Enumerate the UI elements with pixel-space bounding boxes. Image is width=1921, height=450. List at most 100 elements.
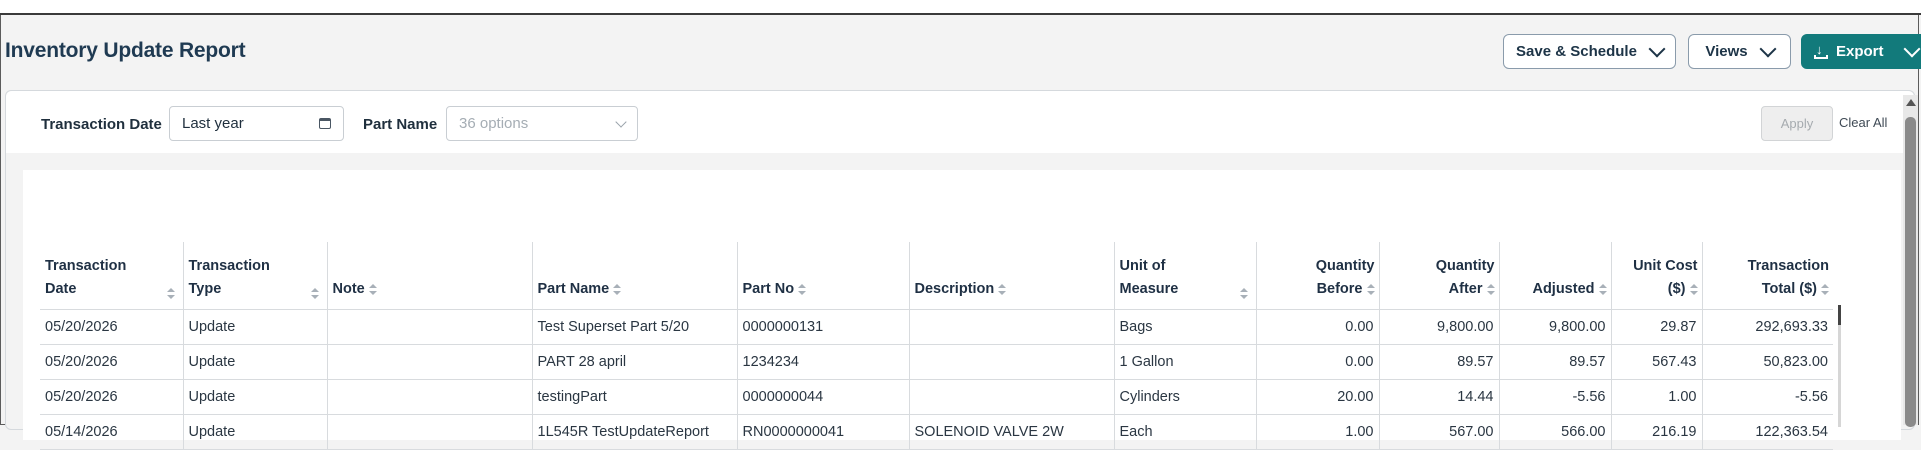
export-label: Export bbox=[1836, 43, 1884, 60]
table-header-row: Transaction Date Transaction Type Note Par… bbox=[40, 242, 1833, 310]
cell-note bbox=[327, 379, 533, 415]
cell-transaction-date: 05/20/2026 bbox=[40, 344, 184, 380]
table-row[interactable]: 05/20/2026 Update PART 28 april 1234234 1 Ga… bbox=[40, 344, 1833, 380]
cell-transaction-total: 50,823.00 bbox=[1702, 344, 1833, 380]
col-quantity-before[interactable]: Quantity Before bbox=[1256, 242, 1380, 310]
views-label: Views bbox=[1705, 43, 1748, 60]
table-row[interactable]: 05/20/2026 Update Test Superset Part 5/20 0… bbox=[40, 309, 1833, 345]
cell-unit-of-measure: Bags bbox=[1114, 309, 1257, 345]
cell-quantity-before: 0.00 bbox=[1256, 344, 1380, 380]
report-table: Transaction Date Transaction Type Note Par… bbox=[40, 242, 1833, 450]
sort-icon bbox=[1366, 284, 1375, 295]
cell-unit-of-measure: 1 Gallon bbox=[1114, 344, 1257, 380]
col-part-name[interactable]: Part Name bbox=[532, 242, 738, 310]
cell-description bbox=[909, 309, 1115, 345]
cell-unit-cost: 216.19 bbox=[1611, 414, 1703, 450]
cell-quantity-before: 0.00 bbox=[1256, 309, 1380, 345]
col-quantity-after[interactable]: Quantity After bbox=[1379, 242, 1500, 310]
sort-icon bbox=[613, 284, 622, 295]
cell-unit-cost: 29.87 bbox=[1611, 309, 1703, 345]
cell-note bbox=[327, 344, 533, 380]
cell-transaction-total: 122,363.54 bbox=[1702, 414, 1833, 450]
cell-part-name: 1L545R TestUpdateReport bbox=[532, 414, 738, 450]
table-card: Transaction Date Transaction Type Note Par… bbox=[23, 170, 1901, 450]
cell-description: SOLENOID VALVE 2W bbox=[909, 414, 1115, 450]
col-transaction-date[interactable]: Transaction Date bbox=[40, 242, 184, 310]
sort-icon bbox=[1239, 288, 1248, 299]
chevron-down-icon bbox=[1759, 40, 1777, 58]
cell-unit-of-measure: Cylinders bbox=[1114, 379, 1257, 415]
table-row[interactable]: 05/14/2026 Update 1L545R TestUpdateReport R… bbox=[40, 414, 1833, 450]
cell-transaction-type: Update bbox=[183, 379, 328, 415]
col-transaction-total[interactable]: Transaction Total ($) bbox=[1702, 242, 1833, 310]
cell-part-name: PART 28 april bbox=[532, 344, 738, 380]
cell-transaction-type: Update bbox=[183, 309, 328, 345]
cell-transaction-type: Update bbox=[183, 414, 328, 450]
cell-adjusted: 9,800.00 bbox=[1499, 309, 1612, 345]
part-name-label: Part Name bbox=[363, 116, 438, 133]
sort-icon bbox=[368, 284, 377, 295]
part-name-placeholder: 36 options bbox=[459, 115, 529, 132]
col-unit-cost[interactable]: Unit Cost ($) bbox=[1611, 242, 1703, 310]
page-scrollbar-thumb[interactable] bbox=[1905, 117, 1916, 427]
report-panel: Transaction Date Last year Part Name 36 … bbox=[5, 90, 1915, 450]
cell-description bbox=[909, 344, 1115, 380]
apply-button[interactable]: Apply bbox=[1761, 106, 1833, 141]
cell-unit-of-measure: Each bbox=[1114, 414, 1257, 450]
sort-icon bbox=[1486, 284, 1495, 295]
top-bar bbox=[0, 0, 1921, 15]
sort-icon bbox=[1598, 284, 1607, 295]
part-name-select[interactable]: 36 options bbox=[446, 106, 638, 141]
cell-note bbox=[327, 414, 533, 450]
cell-quantity-after: 567.00 bbox=[1379, 414, 1500, 450]
cell-quantity-after: 9,800.00 bbox=[1379, 309, 1500, 345]
views-button[interactable]: Views bbox=[1688, 34, 1791, 69]
page-title: Inventory Update Report bbox=[5, 39, 246, 62]
col-description[interactable]: Description bbox=[909, 242, 1115, 310]
sort-icon bbox=[1689, 284, 1698, 295]
col-part-no[interactable]: Part No bbox=[737, 242, 910, 310]
download-icon bbox=[1814, 42, 1828, 59]
cell-transaction-date: 05/20/2026 bbox=[40, 379, 184, 415]
cell-adjusted: 89.57 bbox=[1499, 344, 1612, 380]
table-scrollbar[interactable] bbox=[1838, 305, 1841, 427]
col-unit-of-measure[interactable]: Unit of Measure bbox=[1114, 242, 1257, 310]
cell-unit-cost: 567.43 bbox=[1611, 344, 1703, 380]
col-note[interactable]: Note bbox=[327, 242, 533, 310]
cell-part-no: 0000000044 bbox=[737, 379, 910, 415]
scroll-up-icon[interactable] bbox=[1906, 99, 1916, 106]
page-scrollbar[interactable] bbox=[1903, 95, 1918, 427]
clear-all-link[interactable]: Clear All bbox=[1839, 115, 1887, 130]
cell-quantity-after: 14.44 bbox=[1379, 379, 1500, 415]
cell-adjusted: -5.56 bbox=[1499, 379, 1612, 415]
sort-icon bbox=[166, 288, 175, 299]
transaction-date-value: Last year bbox=[182, 115, 244, 132]
sort-icon bbox=[798, 284, 807, 295]
cell-adjusted: 566.00 bbox=[1499, 414, 1612, 450]
cell-quantity-before: 20.00 bbox=[1256, 379, 1380, 415]
calendar-icon bbox=[319, 118, 331, 129]
sort-icon bbox=[310, 288, 319, 299]
cell-part-no: 1234234 bbox=[737, 344, 910, 380]
sort-icon bbox=[1821, 284, 1829, 295]
col-adjusted[interactable]: Adjusted bbox=[1499, 242, 1612, 310]
transaction-date-label: Transaction Date bbox=[41, 116, 162, 133]
filter-bar: Transaction Date Last year Part Name 36 … bbox=[6, 91, 1914, 153]
cell-part-no: 0000000131 bbox=[737, 309, 910, 345]
cell-transaction-date: 05/20/2026 bbox=[40, 309, 184, 345]
cell-quantity-before: 1.00 bbox=[1256, 414, 1380, 450]
cell-description bbox=[909, 379, 1115, 415]
cell-transaction-date: 05/14/2026 bbox=[40, 414, 184, 450]
chevron-down-icon bbox=[1648, 40, 1666, 58]
col-transaction-type[interactable]: Transaction Type bbox=[183, 242, 328, 310]
chevron-down-icon bbox=[1903, 40, 1921, 58]
cell-unit-cost: 1.00 bbox=[1611, 379, 1703, 415]
export-button[interactable]: Export bbox=[1801, 34, 1921, 69]
save-schedule-button[interactable]: Save & Schedule bbox=[1503, 34, 1676, 69]
cell-transaction-total: -5.56 bbox=[1702, 379, 1833, 415]
sort-icon bbox=[998, 284, 1007, 295]
cell-part-no: RN0000000041 bbox=[737, 414, 910, 450]
table-row[interactable]: 05/20/2026 Update testingPart 0000000044 Cyl… bbox=[40, 379, 1833, 415]
transaction-date-field[interactable]: Last year bbox=[169, 106, 344, 141]
table-scrollbar-thumb[interactable] bbox=[1838, 305, 1841, 325]
